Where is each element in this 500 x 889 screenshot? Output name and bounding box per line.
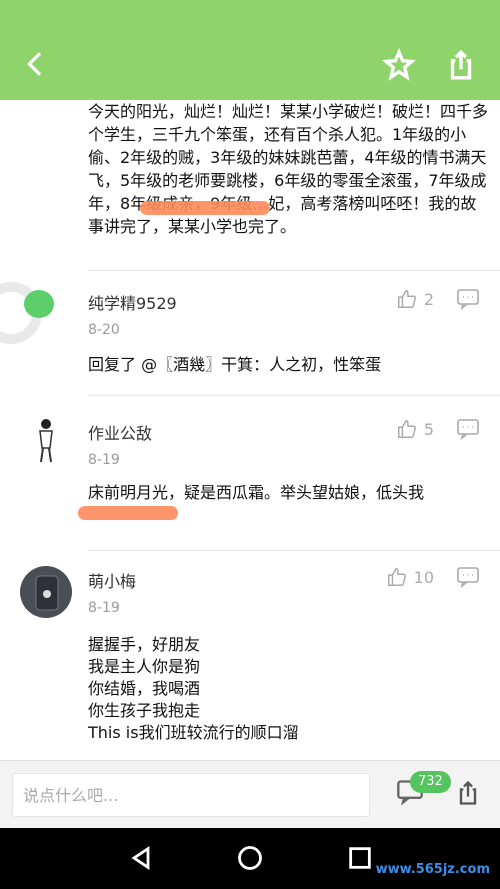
comment-bubble-icon (457, 289, 479, 311)
reply-button[interactable] (456, 566, 480, 590)
nav-recents-button[interactable] (346, 844, 374, 872)
divider (88, 550, 500, 551)
like-button[interactable]: 10 (386, 566, 434, 588)
watermark-text: www.565jz.com (375, 862, 490, 877)
back-button[interactable] (20, 48, 52, 80)
redaction-scribble (78, 506, 178, 520)
thumbs-up-icon (397, 290, 416, 308)
avatar[interactable] (0, 282, 54, 344)
comment-line: 你生孩子我抱走 (88, 701, 201, 720)
comment-text: 回复了 @〖酒幾〗干箕：人之初，性笨蛋 (88, 355, 382, 374)
header-actions (382, 48, 478, 82)
avatar-blob-icon (24, 290, 54, 318)
comment-bubble-icon (457, 567, 479, 589)
like-count: 5 (423, 419, 434, 439)
like-count: 2 (423, 289, 434, 309)
like-button[interactable]: 5 (396, 418, 434, 440)
phone-case-icon (35, 575, 59, 611)
share-button[interactable] (454, 779, 482, 807)
reply-button[interactable] (456, 288, 480, 312)
system-nav-bar: www.565jz.com (0, 828, 500, 889)
share-icon (459, 780, 477, 805)
thumbs-up-icon (387, 568, 406, 586)
comment-line: 我是主人你是狗 (88, 657, 201, 676)
comment-text: 今天的阳光，灿烂！灿烂！某某小学破烂！破烂！四千多个学生，三千九个笨蛋，还有百个… (88, 102, 489, 236)
date: 8-20 (88, 322, 120, 338)
username[interactable]: 纯学精9529 (88, 290, 177, 314)
divider (88, 395, 500, 396)
redaction-scribble (140, 201, 270, 215)
square-recents-icon (349, 847, 371, 869)
like-button[interactable]: 2 (396, 288, 434, 310)
like-count: 10 (413, 567, 434, 587)
comment-line: 握握手，好朋友 (88, 635, 201, 654)
comment-text: 床前明月光，疑是西瓜霜。举头望姑娘，低头我 (88, 483, 425, 502)
comment-line: This is我们班较流行的顺口溜 (88, 723, 299, 742)
triangle-back-icon (131, 846, 150, 870)
date: 8-19 (88, 452, 120, 468)
date: 8-19 (88, 600, 120, 616)
circle-home-icon (238, 846, 262, 870)
username[interactable]: 萌小梅 (88, 568, 136, 592)
back-icon (27, 52, 42, 76)
comment-count-badge: 732 (410, 771, 451, 793)
star-icon[interactable] (382, 48, 416, 82)
comment-list[interactable]: 今天的阳光，灿烂！灿烂！某某小学破烂！破烂！四千多个学生，三千九个笨蛋，还有百个… (0, 100, 500, 760)
thumbs-up-icon (397, 420, 416, 438)
share-icon[interactable] (444, 48, 478, 82)
divider (88, 270, 500, 271)
comment-input[interactable]: 说点什么吧... (12, 773, 370, 817)
comment-input-bar: 说点什么吧... 732 (0, 760, 500, 828)
username[interactable]: 作业公敌 (88, 420, 152, 444)
nav-back-button[interactable] (127, 844, 155, 872)
nav-home-button[interactable] (236, 844, 264, 872)
reply-button[interactable] (456, 418, 480, 442)
person-figure-icon (39, 419, 53, 463)
comment-bubble-icon (457, 419, 479, 441)
avatar[interactable] (20, 414, 72, 466)
comment-line: 你结婚，我喝酒 (88, 679, 201, 698)
avatar[interactable] (20, 566, 72, 618)
top-bar (0, 0, 500, 100)
comment-text: 握握手，好朋友 我是主人你是狗 你结婚，我喝酒 你生孩子我抱走 This is我… (88, 634, 488, 744)
